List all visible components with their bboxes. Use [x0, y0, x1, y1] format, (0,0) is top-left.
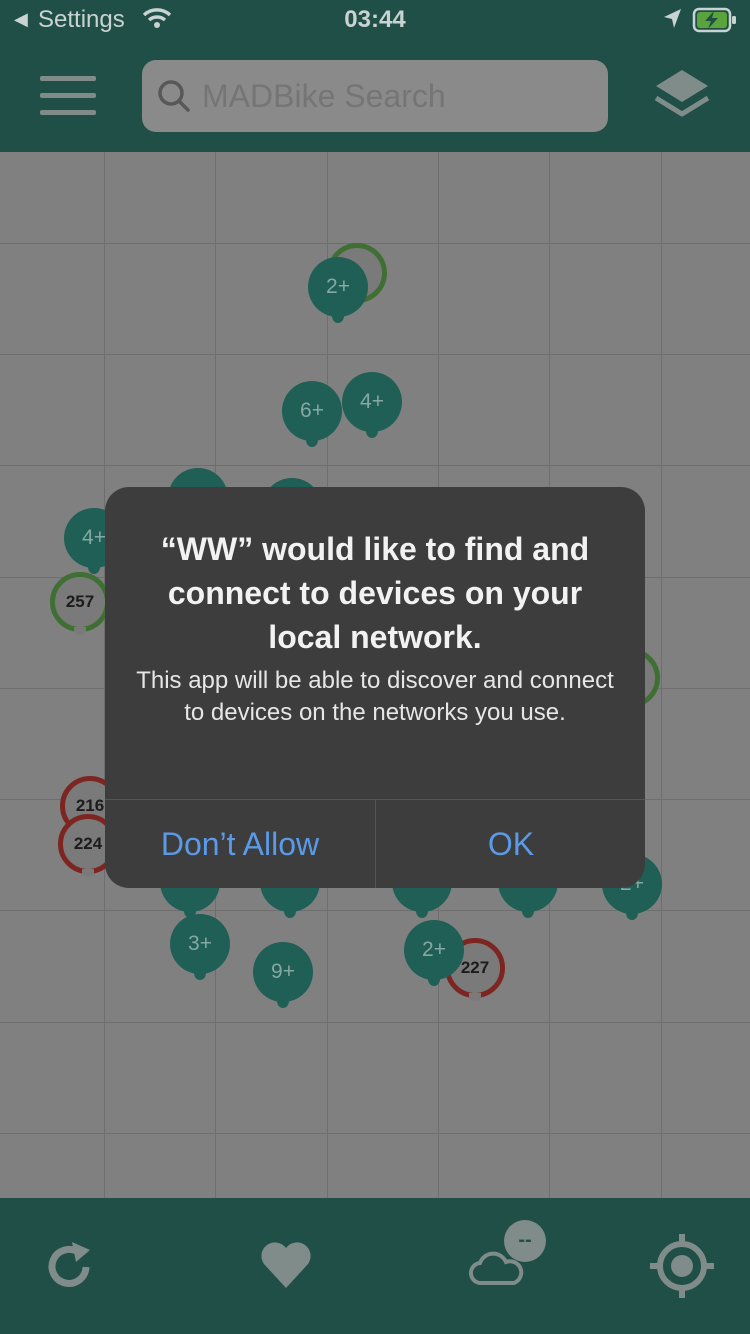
- battery-charging-icon: [692, 7, 736, 33]
- search-icon: [158, 80, 190, 112]
- location-arrow-icon: [664, 9, 681, 28]
- map-layers-icon[interactable]: [652, 66, 712, 126]
- cluster-pin[interactable]: 6+: [282, 381, 342, 447]
- hamburger-menu-icon[interactable]: [40, 76, 96, 116]
- bottom-tab-bar: --: [0, 1198, 750, 1334]
- dont-allow-button[interactable]: Don’t Allow: [105, 800, 375, 888]
- map-grid-line: [0, 243, 750, 244]
- alert-message: This app will be able to discover and co…: [136, 667, 614, 726]
- heart-icon[interactable]: [258, 1238, 314, 1292]
- status-bar: ◀ Settings 03:44: [0, 0, 750, 40]
- permission-alert-dialog: “WW” would like to find and connect to d…: [105, 487, 645, 888]
- map-grid-line: [661, 152, 662, 1198]
- cluster-pin[interactable]: 2+: [308, 257, 368, 323]
- top-navigation-bar: [0, 40, 750, 152]
- refresh-icon[interactable]: [42, 1240, 96, 1294]
- map-grid-line: [0, 354, 750, 355]
- map-grid-line: [0, 1022, 750, 1023]
- search-input[interactable]: [202, 60, 592, 132]
- cluster-pin[interactable]: 9+: [253, 942, 313, 1008]
- station-marker[interactable]: 257: [50, 572, 110, 635]
- cluster-pin[interactable]: 4+: [342, 372, 402, 438]
- ok-button[interactable]: OK: [376, 800, 645, 888]
- weather-badge: --: [504, 1220, 546, 1262]
- locate-icon[interactable]: [648, 1232, 716, 1300]
- cluster-pin[interactable]: 2+: [404, 920, 464, 986]
- map-grid-line: [0, 1133, 750, 1134]
- alert-title: “WW” would like to find and connect to d…: [160, 531, 590, 655]
- search-bar[interactable]: [142, 60, 608, 132]
- cluster-pin[interactable]: 3+: [170, 914, 230, 980]
- map-grid-line: [0, 465, 750, 466]
- status-time: 03:44: [344, 6, 406, 33]
